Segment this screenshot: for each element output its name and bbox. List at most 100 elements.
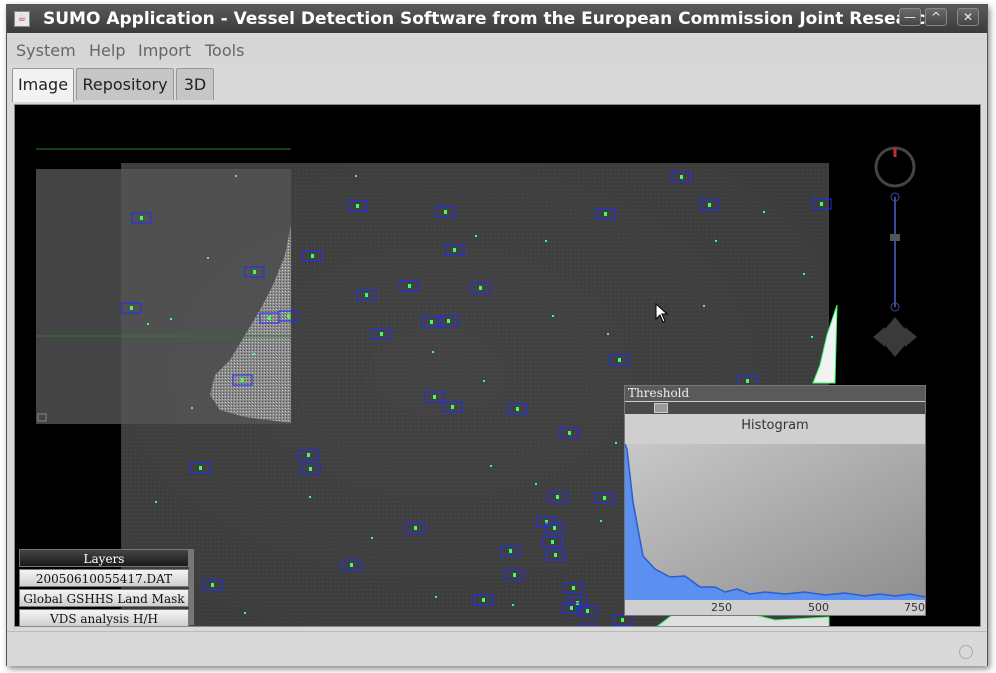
detection-speck bbox=[371, 537, 373, 539]
detection-point bbox=[554, 553, 557, 557]
detection-point bbox=[199, 466, 202, 470]
detection-point bbox=[513, 573, 516, 577]
layers-header[interactable]: Layers bbox=[19, 549, 189, 567]
detection-point bbox=[572, 586, 575, 590]
detection-point bbox=[241, 378, 244, 382]
threshold-slider[interactable] bbox=[625, 402, 925, 414]
detection-speck bbox=[235, 175, 237, 177]
detection-point bbox=[570, 606, 573, 610]
zoom-thumb[interactable] bbox=[890, 234, 900, 241]
detection-point bbox=[447, 319, 450, 323]
detection-point bbox=[603, 496, 606, 500]
detection-point bbox=[453, 248, 456, 252]
histogram-chart bbox=[625, 444, 925, 600]
detection-point bbox=[365, 293, 368, 297]
detection-point bbox=[482, 598, 485, 602]
menu-bar: System Help Import Tools bbox=[7, 34, 987, 64]
layers-panel: Layers 20050610055417.DAT Global GSHHS L… bbox=[19, 549, 189, 626]
detection-speck bbox=[715, 240, 717, 242]
threshold-title: Threshold bbox=[625, 386, 925, 401]
tab-3d[interactable]: 3D bbox=[176, 68, 214, 100]
histogram-title: Histogram bbox=[741, 418, 809, 433]
detection-speck bbox=[615, 442, 617, 444]
detection-point bbox=[433, 395, 436, 399]
menu-system[interactable]: System bbox=[16, 41, 76, 60]
layers-scrollbar[interactable] bbox=[189, 549, 194, 625]
detection-speck bbox=[355, 175, 357, 177]
image-viewport[interactable]: Layers 20050610055417.DAT Global GSHHS L… bbox=[14, 104, 981, 627]
detection-point bbox=[307, 453, 310, 457]
detection-point bbox=[621, 618, 624, 622]
detection-speck bbox=[432, 351, 434, 353]
histogram-tick-750: 750 bbox=[904, 601, 925, 614]
close-button[interactable]: ✕ bbox=[957, 8, 979, 26]
status-bar bbox=[7, 631, 987, 666]
menu-tools[interactable]: Tools bbox=[205, 41, 244, 60]
status-indicator-icon bbox=[959, 645, 973, 659]
window-title: SUMO Application - Vessel Detection Soft… bbox=[43, 9, 938, 29]
detection-speck bbox=[552, 315, 554, 317]
detection-point bbox=[408, 284, 411, 288]
detection-point bbox=[509, 549, 512, 553]
detection-speck bbox=[763, 211, 765, 213]
detection-point bbox=[604, 212, 607, 216]
detection-point bbox=[553, 526, 556, 530]
detection-point bbox=[130, 306, 133, 310]
java-cup-icon: ☕ bbox=[14, 11, 30, 27]
detection-point bbox=[708, 203, 711, 207]
detection-point bbox=[268, 316, 271, 320]
detection-point bbox=[311, 254, 314, 258]
detection-point bbox=[551, 540, 554, 544]
detection-point bbox=[680, 175, 683, 179]
minimize-button[interactable]: — bbox=[899, 8, 921, 26]
detection-speck bbox=[803, 273, 805, 275]
detection-point bbox=[140, 216, 143, 220]
detection-speck bbox=[244, 612, 246, 614]
detection-point bbox=[568, 431, 571, 435]
mouse-cursor-icon bbox=[655, 303, 669, 323]
detection-point bbox=[356, 204, 359, 208]
layer-item-image[interactable]: 20050610055417.DAT bbox=[19, 569, 189, 587]
detection-speck bbox=[435, 596, 437, 598]
pan-arrows-icon[interactable] bbox=[873, 317, 917, 357]
detection-point bbox=[287, 314, 290, 318]
detection-speck bbox=[309, 496, 311, 498]
histogram-tick-500: 500 bbox=[808, 601, 829, 614]
title-bar[interactable]: ☕ SUMO Application - Vessel Detection So… bbox=[7, 5, 987, 33]
detection-point bbox=[516, 407, 519, 411]
detection-speck bbox=[191, 407, 193, 409]
detection-speck bbox=[253, 353, 255, 355]
detection-point bbox=[350, 563, 353, 567]
detection-speck bbox=[535, 483, 537, 485]
detection-point bbox=[430, 320, 433, 324]
detection-point bbox=[309, 467, 312, 471]
detection-speck bbox=[207, 257, 209, 259]
detection-point bbox=[380, 332, 383, 336]
detection-point bbox=[451, 405, 454, 409]
detection-speck bbox=[483, 380, 485, 382]
layer-item-vds[interactable]: VDS analysis H/H bbox=[19, 609, 189, 626]
detection-speck bbox=[600, 520, 602, 522]
threshold-panel: Threshold Histogram 250 500 750 bbox=[624, 385, 926, 616]
detection-speck bbox=[607, 333, 609, 335]
detection-speck bbox=[703, 305, 705, 307]
detection-point bbox=[820, 202, 823, 206]
maximize-button[interactable]: ^ bbox=[925, 8, 947, 26]
detection-speck bbox=[490, 465, 492, 467]
tab-image[interactable]: Image bbox=[12, 68, 74, 102]
detection-point bbox=[618, 358, 621, 362]
detection-speck bbox=[170, 318, 172, 320]
detection-point bbox=[586, 609, 589, 613]
detection-point bbox=[556, 495, 559, 499]
detection-point bbox=[211, 583, 214, 587]
detection-point bbox=[479, 286, 482, 290]
menu-help[interactable]: Help bbox=[89, 41, 125, 60]
layer-item-landmask[interactable]: Global GSHHS Land Mask bbox=[19, 589, 189, 607]
histogram-tick-250: 250 bbox=[711, 601, 732, 614]
detection-speck bbox=[147, 323, 149, 325]
threshold-slider-knob[interactable] bbox=[654, 403, 668, 413]
detection-point bbox=[414, 526, 417, 530]
detection-speck bbox=[512, 604, 514, 606]
menu-import[interactable]: Import bbox=[138, 41, 191, 60]
tab-repository[interactable]: Repository bbox=[76, 68, 174, 100]
